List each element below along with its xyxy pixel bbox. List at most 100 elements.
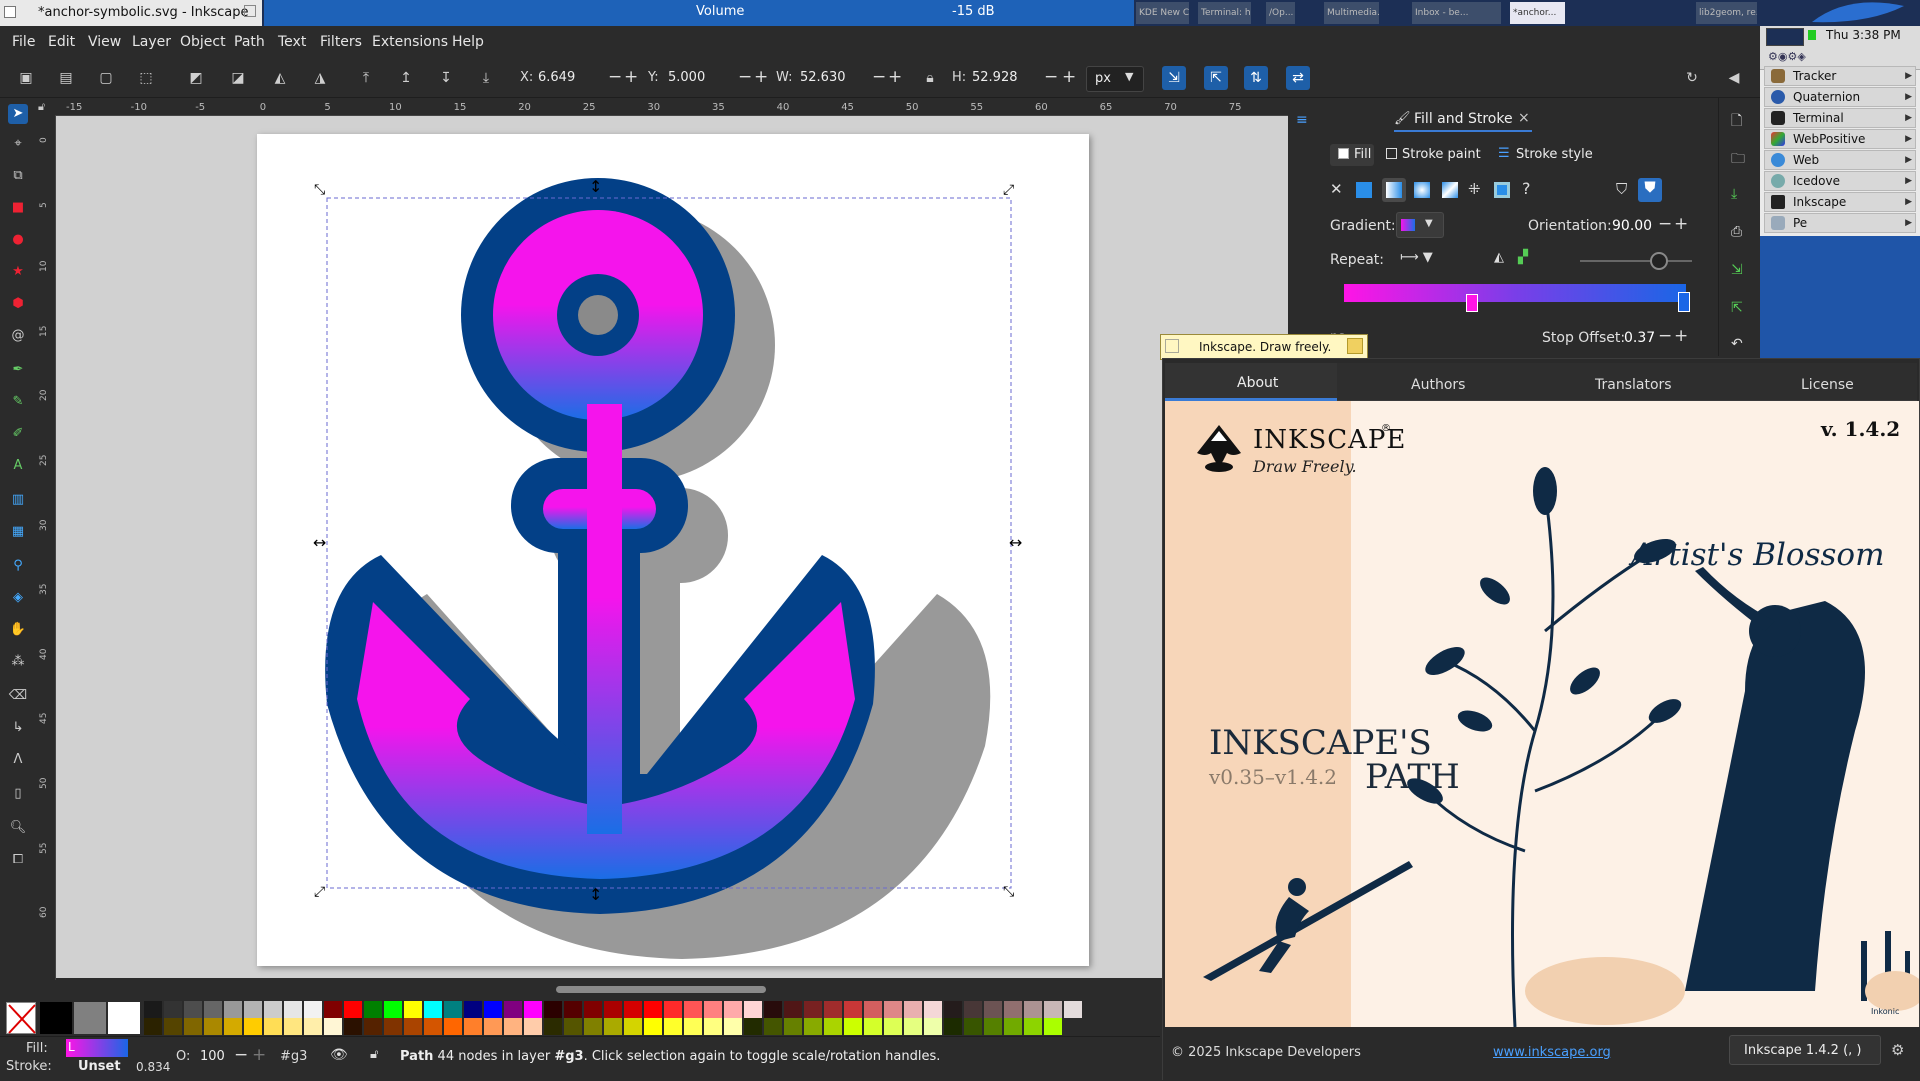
palette-swatch[interactable] — [944, 1018, 962, 1035]
palette-swatch[interactable] — [484, 1018, 502, 1035]
shape-builder-icon[interactable]: ⧉ — [8, 166, 28, 186]
palette-swatch[interactable] — [144, 1001, 162, 1018]
palette-swatch[interactable] — [724, 1018, 742, 1035]
opacity-input[interactable]: 100 — [200, 1049, 225, 1064]
palette-swatch[interactable] — [644, 1001, 662, 1018]
layer-indicator[interactable]: #g3 — [280, 1049, 307, 1064]
horizontal-ruler[interactable]: -15 -10 -5 0 5 10 15 20 25 30 35 40 45 50 55 60 65 70 75 — [56, 98, 1288, 116]
w-input[interactable]: 52.630 — [800, 70, 846, 85]
task-inbox[interactable]: Inbox - be... — [1412, 2, 1502, 24]
gradient-select[interactable]: ▼ — [1396, 212, 1444, 238]
h-plus-icon[interactable]: + — [1062, 67, 1076, 87]
palette-swatch[interactable] — [904, 1018, 922, 1035]
lock-guides-icon[interactable]: 🔓︎ — [38, 100, 45, 114]
task-terminal[interactable]: Terminal: h... — [1198, 2, 1252, 24]
dropper-tool-icon[interactable]: ⚲ — [8, 556, 28, 576]
pen-tool-icon[interactable]: ✒ — [8, 360, 28, 380]
handle-e-icon[interactable]: ↔ — [1009, 533, 1022, 552]
palette-swatch[interactable] — [244, 1018, 262, 1035]
spiral-tool-icon[interactable]: @ — [8, 326, 28, 346]
star-tool-icon[interactable]: ★ — [8, 262, 28, 282]
palette-swatch[interactable] — [824, 1018, 842, 1035]
app-tracker[interactable]: Tracker ▶ — [1764, 66, 1916, 86]
angle-slider-handle[interactable] — [1650, 252, 1668, 270]
palette-swatch[interactable] — [964, 1018, 982, 1035]
palette-swatch[interactable] — [964, 1001, 982, 1018]
palette-swatch[interactable] — [624, 1018, 642, 1035]
tweak-tool-icon[interactable]: ✋ — [8, 620, 28, 640]
touch-select-icon[interactable]: ⬚ — [134, 66, 158, 90]
app-web[interactable]: Web ▶ — [1764, 150, 1916, 170]
palette-swatch[interactable] — [744, 1001, 762, 1018]
palette-swatch[interactable] — [584, 1018, 602, 1035]
palette-swatch[interactable] — [364, 1001, 382, 1018]
layer-lock-icon[interactable]: 🔓︎ — [370, 1047, 378, 1062]
subtab-stroke-paint[interactable]: Stroke paint — [1402, 147, 1481, 162]
subtab-stroke-style[interactable]: Stroke style — [1516, 147, 1593, 162]
lpe-tool-icon[interactable]: Λ — [8, 750, 28, 770]
calligraphy-tool-icon[interactable]: ✐ — [8, 424, 28, 444]
mesh-tool-icon[interactable]: ▦ — [8, 522, 28, 542]
app-inkscape[interactable]: Inkscape ▶ — [1764, 192, 1916, 212]
reverse-gradient-icon[interactable]: ◭ — [1494, 250, 1504, 265]
scale-stroke-icon[interactable]: ⇲ — [1162, 66, 1186, 90]
gradient-stop-end[interactable] — [1678, 292, 1690, 312]
palette-swatch[interactable] — [1064, 1001, 1082, 1018]
rectangle-tool-icon[interactable]: ■ — [8, 198, 28, 218]
orientation-input[interactable]: 90.00 — [1612, 218, 1652, 234]
vertical-ruler[interactable]: 0 5 10 15 20 25 30 35 40 45 50 55 60 — [36, 115, 56, 980]
palette-swatch[interactable] — [584, 1001, 602, 1018]
palette-swatch[interactable] — [884, 1018, 902, 1035]
palette-swatch[interactable] — [824, 1001, 842, 1018]
active-window-task[interactable]: *anchor-symbolic.svg - Inkscape — [0, 0, 262, 26]
mesh-gradient-icon[interactable] — [1442, 182, 1458, 198]
repeat-select[interactable]: ⟼ ▼ — [1400, 250, 1433, 265]
x-plus-icon[interactable]: + — [624, 67, 638, 87]
palette-swatch[interactable] — [264, 1018, 282, 1035]
palette-swatch[interactable] — [304, 1018, 322, 1035]
edit-gradient-icon[interactable]: ▞ — [1518, 250, 1528, 265]
palette-swatch[interactable] — [684, 1018, 702, 1035]
palette-swatch[interactable] — [344, 1001, 362, 1018]
w-plus-icon[interactable]: + — [888, 67, 902, 87]
ellipse-tool-icon[interactable]: ● — [8, 230, 28, 250]
select-all-layers-icon[interactable]: ▤ — [54, 66, 78, 90]
app-icedove[interactable]: Icedove ▶ — [1764, 171, 1916, 191]
y-plus-icon[interactable]: + — [754, 67, 768, 87]
palette-swatch[interactable] — [924, 1001, 942, 1018]
palette-swatch[interactable] — [1004, 1001, 1022, 1018]
palette-swatch[interactable] — [784, 1001, 802, 1018]
collapse-toolbar-icon[interactable]: ◀ — [1722, 66, 1746, 90]
palette-swatch[interactable] — [74, 1002, 106, 1034]
menu-filters[interactable]: Filters — [320, 34, 362, 50]
x-minus-icon[interactable]: − — [608, 67, 622, 87]
h-minus-icon[interactable]: − — [1044, 67, 1058, 87]
handle-s-icon[interactable]: ↕ — [589, 885, 602, 904]
palette-swatch[interactable] — [984, 1018, 1002, 1035]
orientation-minus-icon[interactable]: − — [1658, 214, 1672, 234]
palette-swatch[interactable] — [924, 1018, 942, 1035]
eraser-tool-icon[interactable]: ⌫ — [8, 686, 28, 706]
gradient-tool-icon[interactable]: ▥ — [8, 490, 28, 510]
measure-tool-icon[interactable]: ⧠ — [8, 850, 28, 870]
palette-swatch[interactable] — [224, 1001, 242, 1018]
w-minus-icon[interactable]: − — [872, 67, 886, 87]
paint-bucket-icon[interactable]: ◈ — [8, 588, 28, 608]
scale-corners-icon[interactable]: ⇱ — [1204, 66, 1228, 90]
palette-swatch[interactable] — [244, 1001, 262, 1018]
menu-text[interactable]: Text — [278, 34, 306, 50]
snap-toggle-icon[interactable]: ↻ — [1680, 66, 1704, 90]
import-icon[interactable]: ⇲ — [1731, 262, 1743, 278]
palette-swatch[interactable] — [164, 1001, 182, 1018]
palette-swatch[interactable] — [164, 1018, 182, 1035]
notification-restore-icon[interactable] — [1347, 338, 1363, 354]
save-icon[interactable]: ⤓ — [1731, 186, 1737, 202]
tab-translators[interactable]: Translators — [1595, 377, 1672, 393]
palette-swatch[interactable] — [1004, 1018, 1022, 1035]
palette-swatch[interactable] — [564, 1001, 582, 1018]
clock[interactable]: Thu 3:38 PM — [1826, 28, 1901, 42]
palette-swatch[interactable] — [784, 1018, 802, 1035]
h-input[interactable]: 52.928 — [972, 70, 1018, 85]
palette-swatch[interactable] — [424, 1001, 442, 1018]
palette-swatch[interactable] — [844, 1018, 862, 1035]
